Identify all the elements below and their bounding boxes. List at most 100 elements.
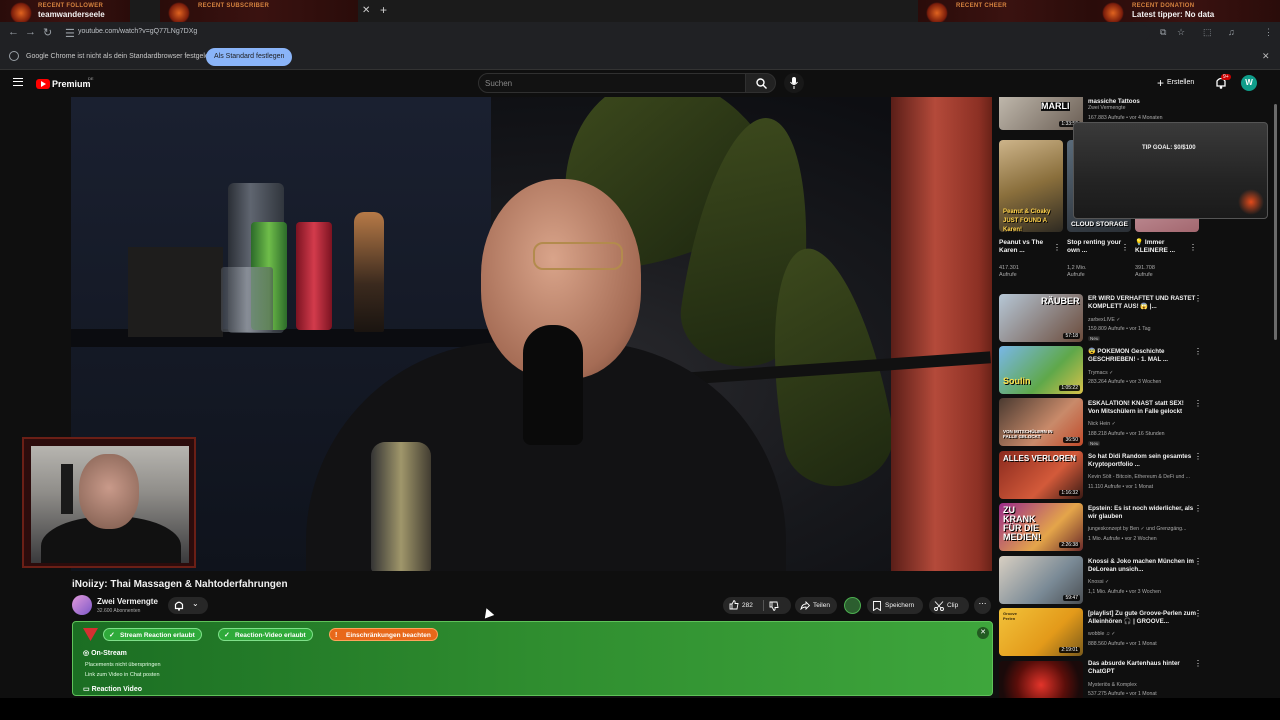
- new-tab-icon[interactable]: +: [380, 3, 387, 17]
- address-bar[interactable]: ☰: [60, 25, 1150, 41]
- recommendation-thumbnail[interactable]: RÄUBER 57:18: [999, 294, 1083, 342]
- short-title[interactable]: Stop renting your own ...: [1067, 239, 1125, 255]
- share-arrow-icon: [800, 601, 810, 610]
- url-text[interactable]: youtube.com/watch?v=gQ77LNg7DXg: [78, 28, 197, 35]
- forward-icon[interactable]: →: [25, 26, 36, 38]
- brand-label[interactable]: Premium: [52, 79, 91, 89]
- like-dislike-group[interactable]: 282: [723, 597, 791, 614]
- short-more-icon[interactable]: ⋮: [1189, 243, 1197, 252]
- channel-avatar[interactable]: [72, 595, 92, 615]
- overlay-recent-follower: RECENT FOLLOWER teamwanderseele: [0, 0, 130, 24]
- thumbnail-caption: CLOUD STORAGE: [1071, 221, 1128, 228]
- close-icon[interactable]: ✕: [1262, 51, 1270, 62]
- close-icon[interactable]: ✕: [977, 627, 989, 639]
- short-view-unit: Aufrufe: [1067, 272, 1085, 278]
- tip-extension-icon[interactable]: [844, 597, 861, 614]
- recommendation-meta: 188.218 Aufrufe • vor 16 Stunden: [1088, 431, 1165, 437]
- bookmark-star-icon[interactable]: ☆: [1177, 27, 1185, 38]
- menu-icon[interactable]: [13, 78, 23, 86]
- subscribed-bell-button[interactable]: ⌄: [168, 597, 208, 614]
- share-label: Teilen: [813, 602, 830, 609]
- reload-icon[interactable]: ↻: [43, 26, 52, 39]
- flame-icon: [10, 2, 32, 22]
- video-glass: [221, 267, 273, 332]
- extension-logo-icon: [83, 628, 98, 641]
- share-button[interactable]: Teilen: [795, 597, 837, 614]
- recommendation-title[interactable]: ESKALATION! KNAST statt SEX! Von Mitschü…: [1088, 400, 1196, 416]
- duration-badge: 59:47: [1063, 595, 1080, 601]
- recommendation-thumbnail[interactable]: 59:47: [999, 556, 1083, 604]
- set-default-button[interactable]: Als Standard festlegen: [206, 48, 293, 66]
- country-code: DE: [88, 76, 94, 81]
- more-options-icon[interactable]: ⋮: [1194, 659, 1202, 668]
- recommendation-meta: 159.809 Aufrufe • vor 1 Tag: [1088, 326, 1151, 332]
- media-icon[interactable]: ♫: [1228, 27, 1235, 37]
- more-options-icon[interactable]: ⋮: [1194, 347, 1202, 356]
- recommendation-title[interactable]: So hat Didi Random sein gesamtes Kryptop…: [1088, 453, 1196, 469]
- recommendation-channel[interactable]: Zwei Vermengte: [1088, 105, 1125, 111]
- account-avatar[interactable]: W: [1241, 75, 1257, 91]
- search-input[interactable]: [478, 73, 746, 93]
- recommendation-channel[interactable]: zarbexLIVE ✓: [1088, 317, 1121, 323]
- menu-dots-icon[interactable]: ⋮: [1264, 27, 1273, 38]
- on-stream-heading: ◎ On-Stream: [83, 650, 127, 657]
- video-player[interactable]: [71, 97, 992, 571]
- recommendation-title[interactable]: 😨 POKEMON Geschichte GESCHRIEBEN! - 1. M…: [1088, 348, 1196, 364]
- channel-name[interactable]: Zwei Vermengte: [97, 597, 158, 606]
- duration-badge: 1:05:22: [1059, 385, 1080, 391]
- recommendation-title[interactable]: ER WIRD VERHAFTET UND RASTET KOMPLETT AU…: [1088, 295, 1196, 311]
- more-options-icon[interactable]: ⋮: [1194, 504, 1202, 513]
- recommendation-thumbnail[interactable]: VON MITSCHÜLERN IN FALLE GELOCKT 36:50: [999, 398, 1083, 446]
- thumbnail-caption: Peanut & Cloaky JUST FOUND A Karen!: [1003, 209, 1051, 232]
- scrollbar-thumb[interactable]: [1274, 104, 1277, 340]
- more-options-icon[interactable]: ⋮: [1194, 294, 1202, 303]
- recommendation-channel[interactable]: jungeskonzept by Ben ✓ und Grenzgäng...: [1088, 526, 1186, 532]
- recommendation-channel[interactable]: Kevin Sölt - Bitcoin, Ethereum & DeFi un…: [1088, 474, 1190, 480]
- recommendation-title[interactable]: Knossi & Joko machen München im DeLorean…: [1088, 558, 1196, 574]
- recommendation-channel[interactable]: Mysteriös & Komplex: [1088, 682, 1137, 688]
- short-more-icon[interactable]: ⋮: [1053, 243, 1061, 252]
- recommendation-channel[interactable]: Trymacs ✓: [1088, 370, 1113, 376]
- webcam-person-head: [79, 454, 139, 529]
- save-button[interactable]: Speichern: [867, 597, 923, 614]
- recommendation-title[interactable]: Epstein: Es ist noch widerlicher, als wi…: [1088, 505, 1196, 521]
- recommendation-channel[interactable]: wobble ♫ ✓: [1088, 631, 1116, 637]
- reaction-rules-panel: Stream Reaction erlaubt Reaction-Video e…: [72, 621, 993, 696]
- short-title[interactable]: Peanut vs The Karen ...: [999, 239, 1057, 255]
- short-more-icon[interactable]: ⋮: [1121, 243, 1129, 252]
- site-info-icon[interactable]: ☰: [65, 27, 75, 40]
- short-view-count: 391.708: [1135, 265, 1155, 271]
- recommendation-meta: 1,1 Mio. Aufrufe • vor 3 Wochen: [1088, 589, 1161, 595]
- recommendation-thumbnail[interactable]: MARLI 1:33:59: [999, 97, 1083, 130]
- thumbs-down-icon[interactable]: [769, 601, 779, 611]
- extensions-icon[interactable]: ⬚: [1203, 27, 1212, 38]
- more-options-icon[interactable]: ⋮: [1194, 399, 1202, 408]
- more-options-icon[interactable]: ⋮: [1194, 609, 1202, 618]
- flame-icon: [168, 2, 190, 22]
- recommendation-thumbnail[interactable]: ZU KRANK FÜR DIE MEDIEN! 2:26:38: [999, 503, 1083, 551]
- more-actions-icon[interactable]: ⋯: [974, 597, 991, 614]
- search-button[interactable]: [745, 73, 776, 93]
- short-title[interactable]: 💡 Immer KLEINERE ...: [1135, 239, 1193, 255]
- clip-button[interactable]: Clip: [929, 597, 969, 614]
- cast-icon[interactable]: ⧉: [1160, 27, 1166, 38]
- voice-search-button[interactable]: [784, 73, 804, 93]
- more-options-icon[interactable]: ⋮: [1194, 452, 1202, 461]
- thumbs-up-icon[interactable]: [729, 600, 739, 610]
- short-thumbnail[interactable]: Peanut & Cloaky JUST FOUND A Karen!: [999, 140, 1063, 232]
- recommendation-channel[interactable]: Knossi ✓: [1088, 579, 1109, 585]
- create-button[interactable]: Erstellen: [1155, 74, 1194, 92]
- close-tab-icon[interactable]: ✕: [362, 5, 370, 16]
- recommendation-thumbnail[interactable]: ALLES VERLOREN 1:16:32: [999, 451, 1083, 499]
- recommendation-title[interactable]: [playlist] Zu gute Groove-Perlen zum All…: [1088, 610, 1196, 626]
- recommendation-thumbnail[interactable]: [999, 661, 1083, 700]
- rule-line: Link zum Video in Chat posten: [85, 672, 160, 678]
- recommendation-thumbnail[interactable]: Groove Perlen 2:19:01: [999, 608, 1083, 656]
- recommendation-thumbnail[interactable]: Soulin 1:05:22: [999, 346, 1083, 394]
- recommendation-channel[interactable]: Nick Hein ✓: [1088, 421, 1116, 427]
- recommendation-title[interactable]: Das absurde Kartenhaus hinter ChatGPT: [1088, 660, 1196, 676]
- back-icon[interactable]: ←: [8, 26, 19, 38]
- bell-icon: [174, 601, 184, 611]
- more-options-icon[interactable]: ⋮: [1194, 557, 1202, 566]
- youtube-logo-icon[interactable]: [36, 79, 50, 89]
